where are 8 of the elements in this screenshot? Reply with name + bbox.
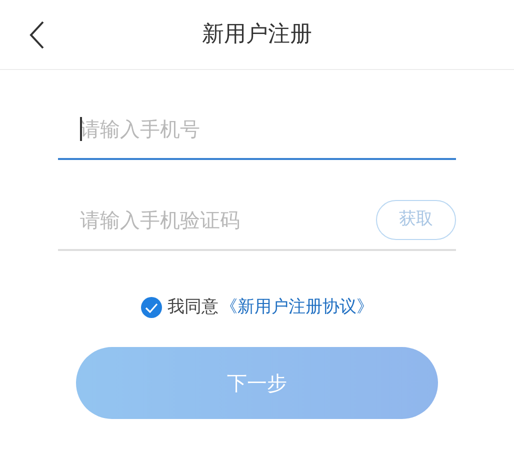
- page-title: 新用户注册: [202, 21, 312, 49]
- phone-input-field[interactable]: 请输入手机号: [58, 114, 456, 144]
- checkmark-icon: [144, 302, 158, 313]
- code-input-field[interactable]: 请输入手机验证码: [58, 205, 376, 235]
- agree-checkbox[interactable]: [140, 297, 162, 318]
- agreement-link[interactable]: 《新用户注册协议》: [220, 295, 374, 320]
- text-cursor: [80, 117, 82, 141]
- agree-text: 我同意: [168, 296, 218, 319]
